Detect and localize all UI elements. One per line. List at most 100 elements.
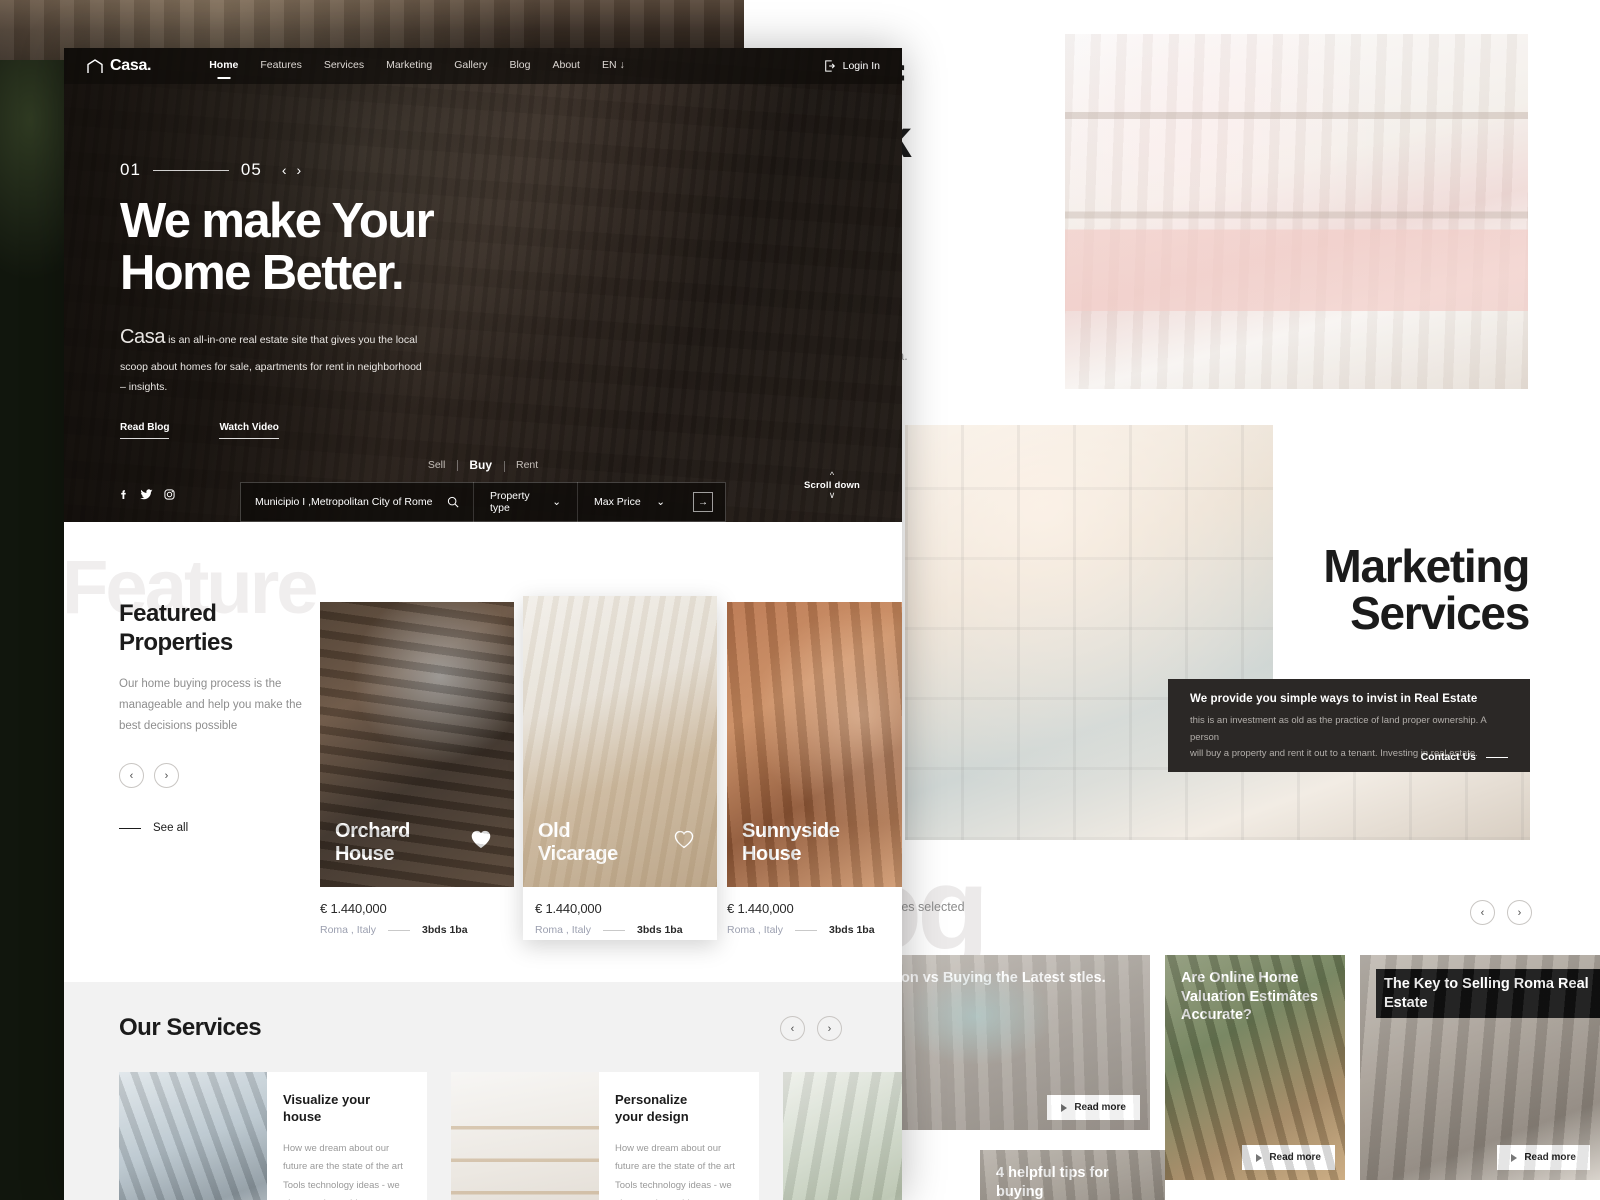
marketing-title-line2: Services xyxy=(1350,586,1530,639)
blog-card[interactable]: 4 helpful tips for buying xyxy=(980,1150,1165,1200)
service-card-text: How we dream about our future are the st… xyxy=(615,1142,735,1200)
property-photo: Orchard House xyxy=(320,602,514,887)
service-title-line2: house xyxy=(283,1108,322,1124)
read-more-button[interactable]: Read more xyxy=(1242,1145,1335,1170)
service-card-title: Personalize your design xyxy=(615,1092,743,1126)
property-name-line2: House xyxy=(742,842,802,865)
contact-us-button[interactable]: Contact Us xyxy=(1421,751,1508,763)
read-more-label: Read more xyxy=(1269,1152,1321,1163)
property-search-widget: Sell Buy Rent Property type xyxy=(240,458,726,522)
search-submit-button[interactable]: → xyxy=(681,492,725,512)
property-location: Roma , Italy xyxy=(320,924,377,936)
see-all-link[interactable]: See all xyxy=(119,822,319,834)
property-name-line1: Orchard xyxy=(335,820,411,843)
property-card[interactable]: Old Vicarage € 1.440,000 Roma , Italy 3b… xyxy=(523,596,717,940)
screenshot-canvas: se of week ge House bds 1ba amet, consec… xyxy=(0,0,1600,1200)
service-title-line2: your design xyxy=(615,1108,689,1124)
nav-item-marketing[interactable]: Marketing xyxy=(386,59,432,74)
meta-divider xyxy=(603,929,626,931)
hero-content: 01 05 ‹ › We make Your Home Better. Casa… xyxy=(120,160,520,439)
featured-next-button[interactable]: › xyxy=(154,763,179,789)
service-card[interactable]: Personalize your design How we dream abo… xyxy=(451,1072,759,1200)
chevron-down-icon: ⌄ xyxy=(656,496,665,508)
blog-lead-text: t articles selected ice. xyxy=(868,896,1098,942)
play-triangle-icon xyxy=(1061,1103,1068,1112)
location-field-wrapper xyxy=(241,496,473,508)
property-meta: Roma , Italy 3bds 1ba xyxy=(535,924,717,936)
property-type-select[interactable]: Property type ⌄ xyxy=(474,490,577,514)
nav-item-services[interactable]: Services xyxy=(324,59,364,74)
blog-lead-line1: t articles selected xyxy=(868,900,965,914)
property-price: € 1.440,000 xyxy=(320,901,387,916)
blog-panel: og t articles selected ice. ‹ › cation v… xyxy=(850,840,1600,1200)
featured-properties-section: Feature Featured Properties Our home buy… xyxy=(64,522,902,982)
heart-filled-icon[interactable] xyxy=(470,829,492,849)
property-card[interactable]: Orchard House € 1.440,000 Roma , Italy 3… xyxy=(320,602,514,936)
blog-prev-button[interactable]: ‹ xyxy=(1470,900,1495,925)
property-name: Orchard House xyxy=(335,820,410,865)
hero-title: We make Your Home Better. xyxy=(120,195,520,300)
house-of-the-week-photo xyxy=(1065,34,1528,389)
heart-outline-icon[interactable] xyxy=(673,829,695,849)
blog-card[interactable]: cation vs Buying the Latest stles. Read … xyxy=(860,955,1150,1130)
blog-card[interactable]: Are Online Home Valuation Estimâtes Accu… xyxy=(1165,955,1345,1180)
read-more-button[interactable]: Read more xyxy=(1047,1095,1140,1120)
tab-sell[interactable]: Sell xyxy=(416,459,458,471)
property-photo: Sunnyside House xyxy=(727,602,902,887)
nav-item-blog[interactable]: Blog xyxy=(509,59,530,74)
tab-buy[interactable]: Buy xyxy=(457,458,504,472)
hero-slide-counter: 01 05 ‹ › xyxy=(120,160,520,180)
instagram-icon[interactable] xyxy=(164,489,175,500)
services-next-button[interactable]: › xyxy=(817,1016,842,1041)
see-all-label: See all xyxy=(153,822,189,835)
service-card[interactable]: Visualize your house How we dream about … xyxy=(119,1072,427,1200)
nav-item-language-selector[interactable]: EN ↓ xyxy=(602,59,625,74)
nav-item-about[interactable]: About xyxy=(552,59,579,74)
property-card[interactable]: Sunnyside House € 1.440,000 Roma , Italy… xyxy=(727,602,902,936)
nav-item-gallery[interactable]: Gallery xyxy=(454,59,487,74)
blog-card-title: 4 helpful tips for buying xyxy=(996,1165,1109,1200)
watch-video-button[interactable]: Watch Video xyxy=(219,422,279,439)
blog-card[interactable]: The Key to Selling Roma Real Estate Read… xyxy=(1360,955,1600,1180)
blog-card-title: Are Online Home Valuation Estimâtes Accu… xyxy=(1181,970,1318,1024)
top-navigation-bar: Casa. Home Features Services Marketing G… xyxy=(64,48,902,84)
property-name-line2: Vicarage xyxy=(538,842,618,865)
hero-lead-brand: Casa xyxy=(120,325,166,348)
services-prev-button[interactable]: ‹ xyxy=(780,1016,805,1041)
hero-prev-button[interactable]: ‹ xyxy=(282,162,287,178)
scroll-down-indicator[interactable]: ^ Scroll down ∨ xyxy=(804,471,860,500)
featured-text-column: Featured Properties Our home buying proc… xyxy=(119,600,319,834)
arrow-right-icon: → xyxy=(693,492,713,512)
marketing-info-card: We provide you simple ways to invist in … xyxy=(1168,679,1530,772)
hero-cta-group: Read Blog Watch Video xyxy=(120,422,520,439)
service-card[interactable] xyxy=(783,1072,902,1200)
property-name: Sunnyside House xyxy=(742,820,840,865)
login-arrow-icon xyxy=(824,60,835,72)
tab-rent[interactable]: Rent xyxy=(504,459,550,472)
brand-logo[interactable]: Casa. xyxy=(86,57,152,75)
scroll-chevron-down-icon: ∨ xyxy=(828,490,836,500)
chevron-down-icon: ⌄ xyxy=(552,496,561,508)
hero-description: Casa is an all-in-one real estate site th… xyxy=(120,318,425,398)
hero-section: Casa. Home Features Services Marketing G… xyxy=(64,48,902,522)
featured-title: Featured Properties xyxy=(119,600,233,656)
nav-item-home[interactable]: Home xyxy=(209,59,238,74)
marketing-title: Marketing Services xyxy=(1169,543,1530,639)
max-price-select[interactable]: Max Price ⌄ xyxy=(578,496,681,508)
login-button[interactable]: Login In xyxy=(824,60,880,72)
search-input[interactable] xyxy=(255,496,437,508)
magnifier-icon[interactable] xyxy=(447,496,459,508)
hero-next-button[interactable]: › xyxy=(297,162,302,178)
service-photo xyxy=(451,1072,599,1200)
house-outline-icon xyxy=(87,58,103,73)
facebook-icon[interactable] xyxy=(118,489,129,500)
blog-next-button[interactable]: › xyxy=(1507,900,1532,925)
meta-divider xyxy=(795,929,818,931)
twitter-icon[interactable] xyxy=(140,489,153,500)
featured-prev-button[interactable]: ‹ xyxy=(119,763,144,789)
blog-carousel-controls: ‹ › xyxy=(1470,900,1532,925)
nav-item-features[interactable]: Features xyxy=(260,59,301,74)
read-more-button[interactable]: Read more xyxy=(1497,1145,1590,1170)
read-blog-button[interactable]: Read Blog xyxy=(120,422,170,439)
property-beds-baths: 3bds 1ba xyxy=(829,924,875,936)
